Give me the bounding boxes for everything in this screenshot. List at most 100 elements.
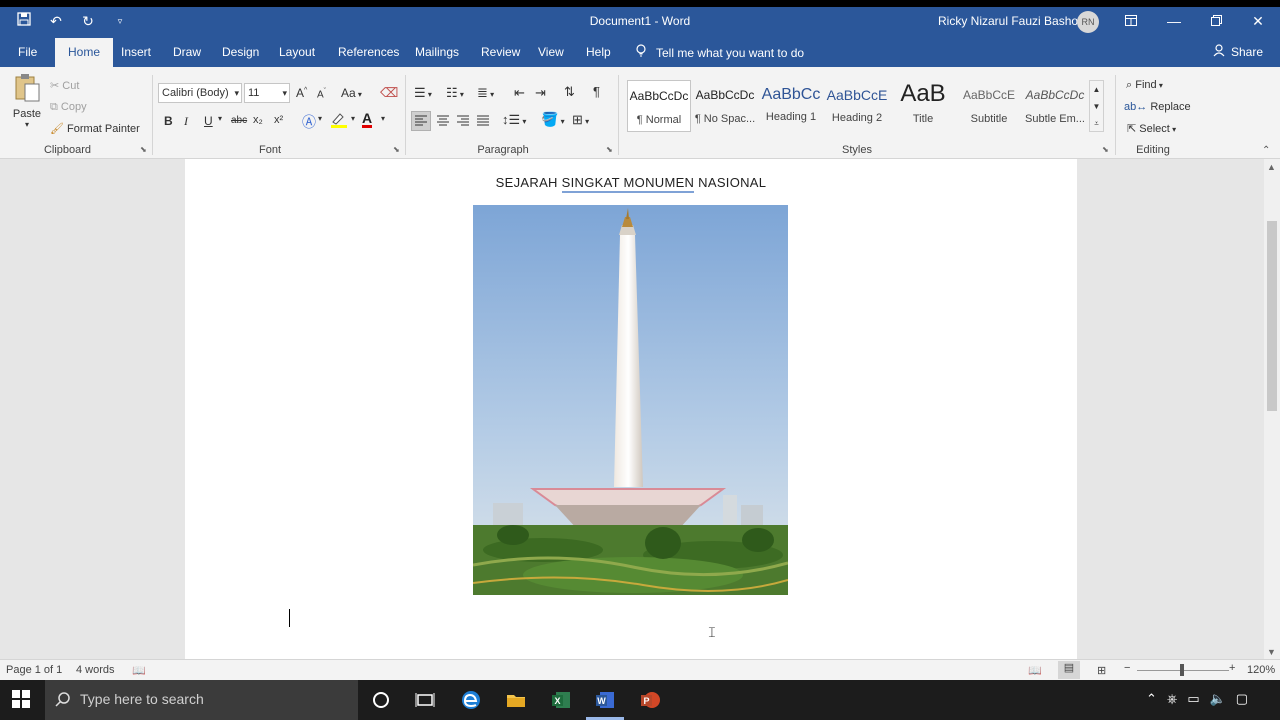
borders-icon[interactable]: ⊞ ▾	[572, 112, 589, 128]
tab-review[interactable]: Review	[481, 45, 520, 59]
justify-button[interactable]	[474, 112, 492, 133]
find-button[interactable]: ⌕ Find ▾	[1126, 79, 1163, 92]
styles-launcher-icon[interactable]: ⬊	[1102, 145, 1109, 154]
tab-view[interactable]: View	[538, 45, 564, 59]
clear-formatting-icon[interactable]: ⌫	[380, 85, 398, 101]
tab-insert[interactable]: Insert	[121, 45, 151, 59]
increase-indent-icon[interactable]: ⇥	[535, 85, 546, 101]
display-icon[interactable]: ▭	[1187, 691, 1199, 707]
task-view-icon[interactable]	[414, 689, 436, 711]
read-mode-icon[interactable]: 📖	[1028, 664, 1042, 677]
tab-file[interactable]: File	[18, 45, 37, 59]
tab-draw[interactable]: Draw	[173, 45, 201, 59]
notification-icon[interactable]: ▢	[1236, 691, 1248, 707]
user-name[interactable]: Ricky Nizarul Fauzi Bashori	[938, 14, 1085, 28]
chevron-down-icon[interactable]: ▾	[218, 114, 222, 123]
proofing-icon[interactable]: 📖	[132, 664, 146, 677]
tab-help[interactable]: Help	[586, 45, 611, 59]
tab-design[interactable]: Design	[222, 45, 259, 59]
show-formatting-icon[interactable]: ¶	[593, 84, 600, 99]
close-icon[interactable]: ✕	[1246, 11, 1270, 31]
excel-icon[interactable]: X	[550, 689, 572, 711]
copy-button[interactable]: ⧉ Copy	[50, 101, 87, 114]
style-heading-2[interactable]: AaBbCcE Heading 2	[825, 80, 889, 132]
cortana-icon[interactable]	[370, 689, 392, 711]
underline-button[interactable]: U	[204, 114, 213, 128]
change-case-button[interactable]: Aa ▾	[341, 86, 362, 100]
text-effects-icon[interactable]: Ⓐ	[302, 112, 316, 132]
ribbon-display-options-icon[interactable]	[1119, 11, 1143, 31]
windows-start-icon[interactable]	[12, 690, 30, 708]
scroll-thumb[interactable]	[1267, 221, 1277, 411]
scroll-down-icon[interactable]: ▼	[1267, 647, 1276, 657]
paste-button[interactable]: Paste ▾	[10, 73, 44, 135]
style-no-spacing[interactable]: AaBbCcDc ¶ No Spac...	[693, 80, 757, 132]
page-count[interactable]: Page 1 of 1	[6, 664, 62, 676]
center-button[interactable]	[434, 112, 452, 133]
font-size-box[interactable]: 11 ▾	[244, 83, 290, 103]
avatar[interactable]: RN	[1077, 11, 1099, 33]
zoom-out-icon[interactable]: −	[1124, 662, 1130, 674]
align-right-button[interactable]	[454, 112, 472, 133]
font-color-button[interactable]: A	[362, 111, 373, 128]
network-icon[interactable]: ⎈	[1167, 691, 1177, 707]
tab-home[interactable]: Home	[55, 38, 114, 67]
chevron-up-icon[interactable]: ▲	[1090, 81, 1103, 98]
select-button[interactable]: ⇱ Select ▾	[1127, 122, 1176, 135]
file-explorer-icon[interactable]	[505, 689, 527, 711]
bold-button[interactable]: B	[164, 114, 173, 128]
monument-image[interactable]	[473, 205, 788, 595]
zoom-slider-thumb[interactable]	[1180, 664, 1184, 676]
chevron-down-icon[interactable]: ▾	[381, 114, 385, 123]
decrease-indent-icon[interactable]: ⇤	[514, 85, 525, 101]
chevron-down-icon[interactable]: ▾	[282, 84, 287, 102]
align-left-button[interactable]	[411, 111, 431, 131]
font-name-box[interactable]: Calibri (Body) ▾	[158, 83, 242, 103]
replace-button[interactable]: ab↔ Replace	[1124, 101, 1191, 113]
chevron-down-icon[interactable]: ▾	[318, 114, 322, 123]
style-heading-1[interactable]: AaBbCc Heading 1	[759, 80, 823, 132]
grow-font-icon[interactable]: A^	[296, 86, 307, 100]
style-subtle-emphasis[interactable]: AaBbCcDc Subtle Em...	[1023, 80, 1087, 132]
zoom-in-icon[interactable]: +	[1229, 662, 1235, 674]
superscript-button[interactable]: x²	[274, 114, 283, 126]
scroll-up-icon[interactable]: ▲	[1267, 162, 1276, 172]
paragraph-launcher-icon[interactable]: ⬊	[606, 145, 613, 154]
more-icon[interactable]: ⩡	[1090, 115, 1103, 132]
minimize-icon[interactable]: —	[1162, 11, 1186, 31]
clipboard-launcher-icon[interactable]: ⬊	[140, 145, 147, 154]
web-layout-icon[interactable]: ⊞	[1097, 664, 1106, 677]
styles-scroll[interactable]: ▲ ▼ ⩡	[1089, 80, 1104, 132]
cut-button[interactable]: ✂ Cut	[50, 79, 79, 92]
powerpoint-icon[interactable]: P	[639, 689, 661, 711]
style-normal[interactable]: AaBbCcDc ¶ Normal	[627, 80, 691, 132]
chevron-down-icon[interactable]: ▾	[234, 84, 239, 102]
tab-layout[interactable]: Layout	[279, 45, 315, 59]
chevron-down-icon[interactable]: ▾	[351, 114, 355, 123]
multilevel-list-icon[interactable]: ≣ ▾	[477, 85, 494, 101]
volume-icon[interactable]: 🔈	[1210, 691, 1226, 707]
sort-icon[interactable]: ⇅	[564, 84, 575, 100]
highlight-button[interactable]	[330, 112, 348, 131]
format-painter-button[interactable]: 🖌 Format Painter	[50, 122, 140, 135]
subscript-button[interactable]: x₂	[253, 114, 263, 126]
shrink-font-icon[interactable]: Aˇ	[317, 88, 326, 100]
line-spacing-icon[interactable]: ↕☰ ▾	[502, 112, 526, 128]
strikethrough-button[interactable]: abc	[231, 115, 247, 126]
vertical-scrollbar[interactable]: ▲ ▼	[1264, 159, 1280, 659]
print-layout-icon[interactable]: ▤	[1058, 661, 1080, 679]
shading-icon[interactable]: 🪣 ▾	[541, 111, 565, 128]
share-button[interactable]: Share	[1213, 44, 1263, 60]
chevron-down-icon[interactable]: ▼	[1090, 98, 1103, 115]
tab-references[interactable]: References	[338, 45, 399, 59]
word-icon[interactable]: W	[594, 689, 616, 711]
word-count[interactable]: 4 words	[76, 664, 115, 676]
font-launcher-icon[interactable]: ⬊	[393, 145, 400, 154]
bullets-icon[interactable]: ☰ ▾	[414, 85, 432, 101]
tab-mailings[interactable]: Mailings	[415, 45, 459, 59]
style-title[interactable]: AaB Title	[891, 80, 955, 132]
zoom-level[interactable]: 120%	[1247, 664, 1275, 676]
numbering-icon[interactable]: ☷ ▾	[446, 85, 464, 101]
document-heading[interactable]: SEJARAH SINGKAT MONUMEN NASIONAL	[185, 175, 1077, 193]
style-subtitle[interactable]: AaBbCcE Subtitle	[957, 80, 1021, 132]
